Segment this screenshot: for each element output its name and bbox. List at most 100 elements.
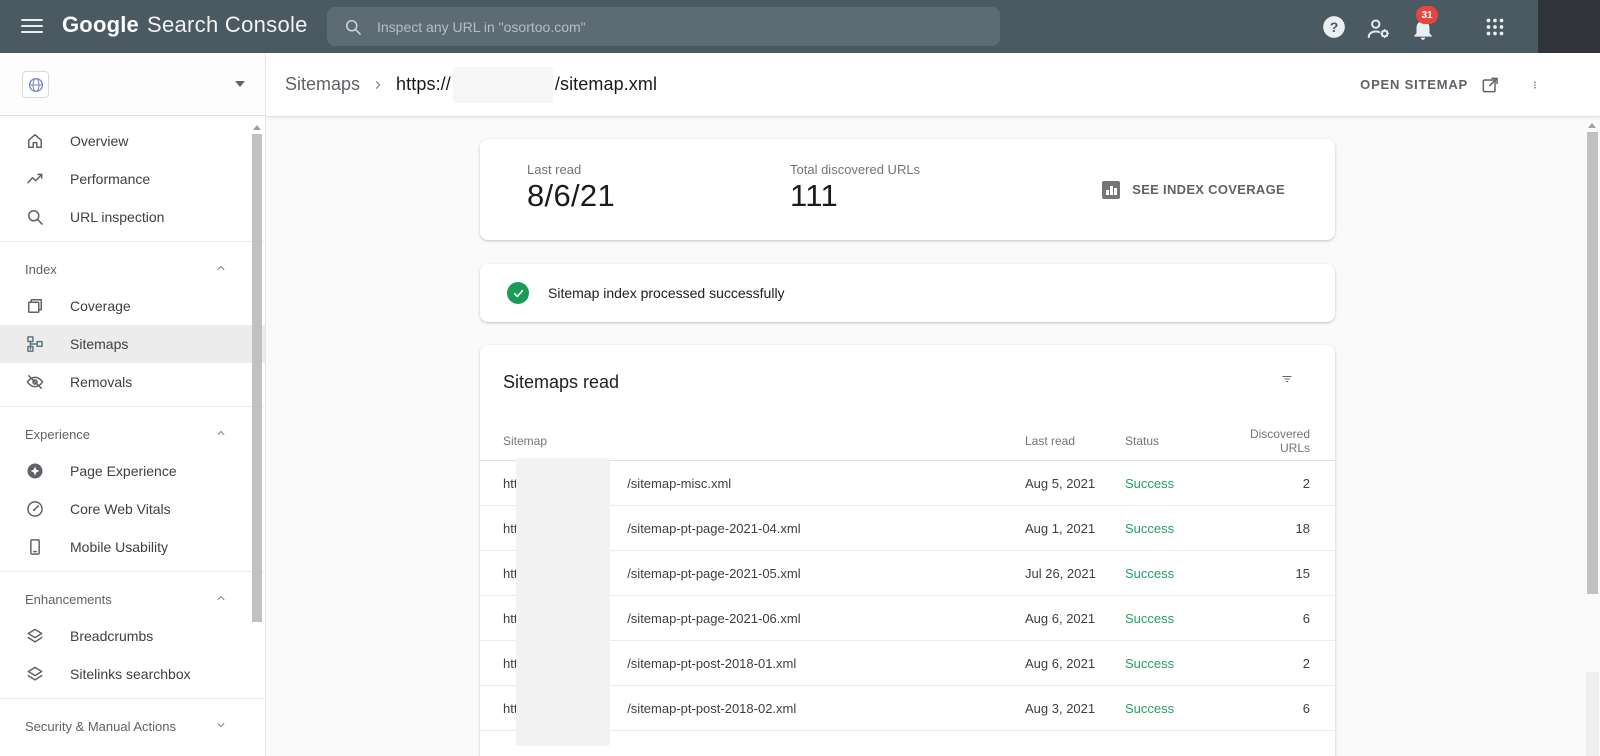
breadcrumb-sitemaps-link[interactable]: Sitemaps (285, 74, 360, 95)
sitemap-url: /sitemap-pt-post-2018-01.xml (627, 655, 797, 671)
logo-product: Search Console (146, 12, 308, 37)
sidebar-item-label: Sitemaps (70, 336, 129, 352)
divider (0, 406, 265, 407)
sidebar-item-sitemaps[interactable]: Sitemaps (0, 325, 265, 363)
redacted-domain-block (452, 66, 553, 103)
status-banner: Sitemap index processed successfully (480, 264, 1335, 322)
row-last-read: Aug 6, 2021 (1025, 610, 1096, 626)
visibility-off-icon (26, 375, 44, 389)
sidebar-group-index[interactable]: Index (0, 247, 265, 287)
speedometer-icon (27, 501, 43, 517)
sidebar-item-label: URL inspection (70, 209, 165, 225)
sidebar-item-performance[interactable]: Performance (0, 160, 265, 198)
sidebar-item-core-web-vitals[interactable]: Core Web Vitals (0, 490, 265, 528)
user-settings-icon[interactable] (1366, 16, 1392, 42)
sidebar-group-security[interactable]: Security & Manual Actions (0, 704, 265, 744)
chevron-up-icon (217, 596, 225, 600)
scrollbar-track[interactable] (1586, 672, 1599, 756)
home-icon (28, 134, 42, 148)
row-discovered: 15 (1295, 565, 1310, 581)
breadcrumb-url-scheme: https:// (396, 74, 451, 94)
open-sitemap-button[interactable]: OPEN SITEMAP (1360, 75, 1500, 95)
sidebar-item-breadcrumbs[interactable]: Breadcrumbs (0, 617, 265, 655)
sidebar-item-mobile-usability[interactable]: Mobile Usability (0, 528, 265, 566)
sidebar-nav: Overview Performance URL inspection Inde… (0, 116, 265, 744)
sidebar-item-page-experience[interactable]: Page Experience (0, 452, 265, 490)
scroll-up-arrow[interactable] (253, 125, 261, 130)
banner-message: Sitemap index processed successfully (548, 285, 785, 301)
row-last-read: Aug 3, 2021 (1025, 700, 1096, 716)
url-inspect-searchbox[interactable] (327, 7, 1000, 46)
scrollbar-thumb[interactable] (1586, 132, 1598, 594)
sidebar-item-label: Breadcrumbs (70, 628, 154, 644)
total-urls-stat: Total discovered URLs 111 (790, 162, 920, 214)
sitemap-url: /sitemap-pt-page-2021-06.xml (627, 610, 801, 626)
chevron-up-icon (217, 266, 225, 270)
hamburger-menu-icon[interactable] (21, 15, 43, 37)
sitemap-url: /sitemap-pt-page-2021-04.xml (627, 520, 801, 536)
sidebar-group-enhancements[interactable]: Enhancements (0, 577, 265, 617)
content-area: Last read 8/6/21 Total discovered URLs 1… (266, 117, 1584, 756)
open-sitemap-label: OPEN SITEMAP (1360, 77, 1468, 92)
sidebar-item-label: Mobile Usability (70, 539, 169, 555)
table-title: Sitemaps read (503, 372, 620, 392)
layers-icon (27, 628, 43, 643)
col-sitemap: Sitemap (503, 433, 548, 448)
notification-count-badge: 31 (1416, 6, 1438, 24)
bar-chart-icon (1102, 180, 1121, 199)
search-input[interactable] (377, 18, 1000, 35)
top-app-bar: Google Search Console ? 31 (0, 0, 1600, 53)
property-selector[interactable] (0, 53, 265, 116)
account-avatar[interactable] (1538, 0, 1600, 53)
row-discovered: 2 (1302, 655, 1310, 671)
main-area: Sitemaps https:// /sitemap.xml OPEN SITE… (266, 53, 1600, 756)
row-last-read: Aug 6, 2021 (1025, 655, 1096, 671)
sidebar-item-label: Sitelinks searchbox (70, 666, 191, 682)
row-last-read: Jul 26, 2021 (1025, 565, 1096, 581)
main-scrollbar[interactable] (1584, 117, 1600, 756)
sidebar-scrollbar[interactable] (251, 117, 263, 756)
row-discovered: 6 (1302, 610, 1310, 626)
sidebar-group-experience[interactable]: Experience (0, 412, 265, 452)
sidebar: Overview Performance URL inspection Inde… (0, 53, 266, 756)
sidebar-item-label: Overview (70, 133, 129, 149)
logo-google: Google (62, 12, 139, 37)
sitemap-url: /sitemap-pt-page-2021-05.xml (627, 565, 801, 581)
scroll-up-arrow[interactable] (1588, 123, 1596, 128)
row-discovered: 2 (1302, 475, 1310, 491)
sidebar-item-overview[interactable]: Overview (0, 122, 265, 160)
redacted-domain-block (516, 458, 610, 746)
kebab-menu-icon[interactable] (1526, 75, 1544, 95)
sidebar-item-coverage[interactable]: Coverage (0, 287, 265, 325)
last-read-label: Last read (527, 162, 582, 177)
row-last-read: Aug 5, 2021 (1025, 475, 1096, 491)
row-status: Success (1125, 565, 1175, 581)
google-apps-grid-icon[interactable] (1482, 14, 1508, 40)
see-index-coverage-button[interactable]: SEE INDEX COVERAGE (1102, 139, 1285, 240)
chevron-down-icon (217, 723, 225, 727)
smartphone-icon (30, 539, 40, 555)
chevron-down-icon (235, 81, 245, 87)
divider (0, 698, 265, 699)
sidebar-item-url-inspection[interactable]: URL inspection (0, 198, 265, 236)
page-header: Sitemaps https:// /sitemap.xml OPEN SITE… (266, 53, 1600, 117)
sitemap-url: /sitemap-misc.xml (627, 475, 732, 491)
filter-icon[interactable] (1277, 369, 1297, 389)
help-icon[interactable]: ? (1321, 14, 1347, 40)
scrollbar-thumb[interactable] (252, 134, 262, 622)
sidebar-item-sitelinks-searchbox[interactable]: Sitelinks searchbox (0, 655, 265, 693)
row-status: Success (1125, 520, 1175, 536)
col-status: Status (1125, 433, 1160, 448)
row-discovered: 18 (1295, 520, 1310, 536)
row-last-read: Aug 1, 2021 (1025, 520, 1096, 536)
sidebar-item-removals[interactable]: Removals (0, 363, 265, 401)
row-status: Success (1125, 475, 1175, 491)
see-index-coverage-label: SEE INDEX COVERAGE (1132, 182, 1285, 197)
sitemaps-read-card: Sitemaps read Sitemap Last read Status D… (480, 345, 1335, 756)
chevron-up-icon (217, 431, 225, 435)
sitemap-tree-icon (27, 336, 43, 352)
sidebar-item-label: Performance (70, 171, 151, 187)
coverage-pages-icon (28, 299, 42, 313)
row-status: Success (1125, 610, 1175, 626)
sidebar-item-label: Page Experience (70, 463, 177, 479)
